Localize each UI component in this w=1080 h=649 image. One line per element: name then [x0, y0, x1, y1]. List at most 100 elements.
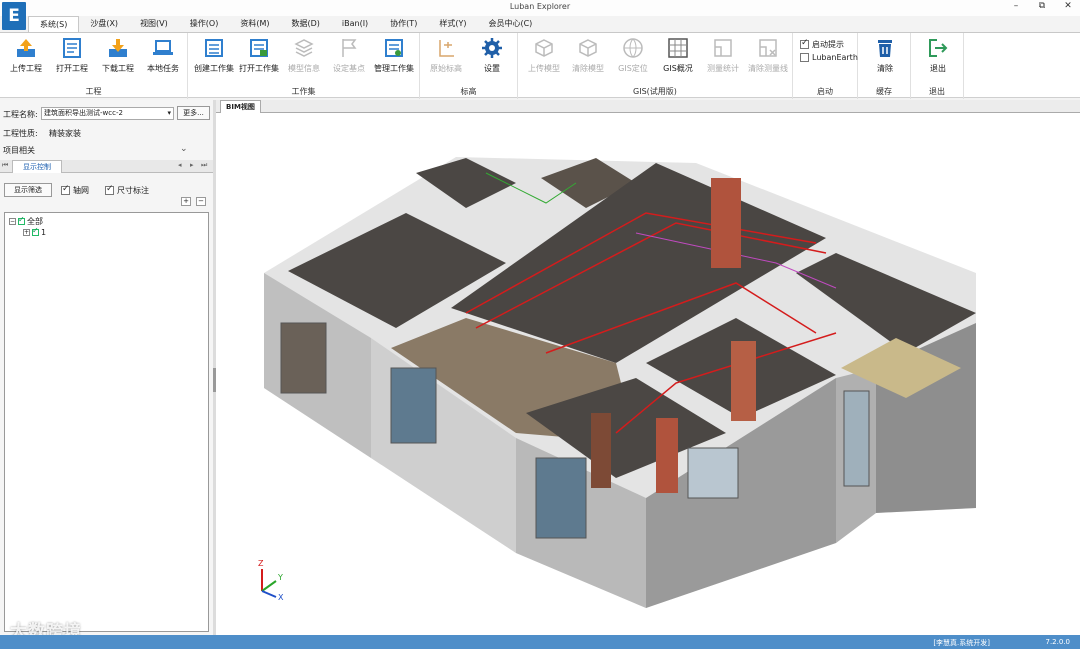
project-type-value: 精装家装 — [49, 129, 81, 138]
axis-x-label: X — [278, 593, 284, 602]
ribbon-group-mark: 原始标高 设置 标高 — [420, 33, 518, 99]
exit-button[interactable]: 退出 — [916, 37, 960, 77]
tree-node-child[interactable]: + 1 — [23, 226, 46, 237]
group-label-cache: 缓存 — [876, 87, 892, 96]
flag-icon — [342, 39, 357, 57]
viewport-tab-strip: BIM视图 — [216, 100, 1080, 113]
status-bar: [李慧真.系统开发] 7.2.0.0 — [0, 635, 1080, 649]
tree-checkbox-root[interactable] — [18, 215, 25, 225]
download-icon — [109, 39, 127, 57]
gis-locate-button[interactable]: GIS定位 — [611, 37, 655, 77]
open-workset-button[interactable]: 打开工作集 — [237, 37, 281, 77]
upload-model-button[interactable]: 上传模型 — [522, 37, 566, 77]
gis-overview-button[interactable]: GIS概况 — [656, 37, 700, 77]
project-related-label[interactable]: 项目相关 — [3, 145, 35, 156]
group-label-mark: 标高 — [460, 87, 477, 96]
next-tab-icon[interactable]: ▸ — [190, 161, 194, 169]
ribbon-group-project: 上传工程 打开工程 下载工程 本地任务 工程 — [0, 33, 188, 99]
measure-stats-button[interactable]: 测量统计 — [701, 37, 745, 77]
dimension-check — [105, 184, 114, 195]
chevron-down-icon[interactable]: ⌄ — [180, 144, 188, 154]
collapse-all-button[interactable]: − — [196, 197, 206, 206]
window-title: Luban Explorer — [509, 2, 571, 11]
manage-workset-icon — [385, 39, 403, 57]
trash-icon — [878, 40, 892, 57]
more-button[interactable]: 更多... — [177, 106, 210, 120]
left-panel: 工程名称: 建筑面积导出测试-wcc-2 更多... 工程性质: 精装家装 项目… — [0, 100, 213, 635]
menu-tab-iban[interactable]: iBan(I) — [331, 16, 379, 32]
gis-overview-icon — [668, 38, 688, 58]
menu-tab-member[interactable]: 会员中心(C) — [477, 16, 543, 32]
open-workset-icon — [250, 39, 268, 57]
measure-icon — [714, 39, 732, 57]
group-label-gis: GIS(试用版) — [633, 87, 677, 96]
layers-icon — [294, 39, 314, 57]
tab-display-control[interactable]: 显示控制 — [12, 160, 62, 173]
menu-tab-data[interactable]: 数据(D) — [280, 16, 330, 32]
bim-viewport[interactable]: Z Y X — [216, 113, 1080, 635]
project-name-select[interactable]: 建筑面积导出测试-wcc-2 — [41, 107, 174, 120]
ribbon-group-cache: 清除 缓存 — [858, 33, 911, 99]
menu-tab-view[interactable]: 视图(V) — [129, 16, 179, 32]
model-tree: − 全部 + 1 — [4, 212, 209, 632]
open-project-button[interactable]: 打开工程 — [50, 37, 94, 77]
project-name-label: 工程名称: — [3, 110, 38, 119]
gear-icon — [482, 38, 502, 58]
manage-workset-button[interactable]: 管理工作集 — [372, 37, 416, 77]
restore-button[interactable]: ⧉ — [1036, 1, 1048, 11]
expand-icon[interactable]: + — [23, 229, 30, 236]
menu-tab-system[interactable]: 系统(S) — [28, 16, 80, 32]
startup-tip-check — [800, 38, 809, 49]
menu-tab-material[interactable]: 资料(M) — [229, 16, 280, 32]
dimension-checkbox[interactable]: 尺寸标注 — [105, 184, 149, 196]
menu-bar: 系统(S) 沙盘(X) 视图(V) 操作(O) 资料(M) 数据(D) iBan… — [28, 16, 543, 32]
tab-bim-view[interactable]: BIM视图 — [220, 100, 261, 113]
collapse-icon[interactable]: − — [9, 218, 16, 225]
group-label-project: 工程 — [85, 87, 102, 96]
first-tab-icon[interactable]: ⏮ — [2, 161, 8, 170]
last-tab-icon[interactable]: ⏭ — [201, 161, 207, 170]
group-label-startup: 启动 — [817, 87, 833, 96]
download-project-button[interactable]: 下载工程 — [96, 37, 140, 77]
bim-3d-model[interactable] — [216, 113, 1080, 635]
app-window: Luban Explorer – ⧉ ✕ E 系统(S) 沙盘(X) 视图(V)… — [0, 0, 1080, 649]
clear-model-button[interactable]: 清除模型 — [566, 37, 610, 77]
axis-grid-checkbox[interactable]: 轴网 — [61, 184, 89, 196]
original-elevation-button[interactable]: 原始标高 — [424, 37, 468, 77]
group-label-exit: 退出 — [929, 87, 945, 96]
clear-measure-button[interactable]: 清除测量线 — [746, 37, 790, 77]
luban-earth-check — [800, 53, 809, 62]
display-filter-button[interactable]: 显示筛选 — [4, 183, 52, 197]
settings-button[interactable]: 设置 — [470, 37, 514, 77]
laptop-icon — [153, 40, 173, 55]
elevation-icon — [439, 40, 454, 57]
clear-cache-button[interactable]: 清除 — [863, 37, 907, 77]
app-logo-icon[interactable]: E — [2, 2, 26, 30]
ribbon: 上传工程 打开工程 下载工程 本地任务 工程 创建工作集 打开工作集 模型信息 … — [0, 32, 1080, 99]
tree-checkbox-child[interactable] — [32, 226, 39, 236]
project-type-label: 工程性质: — [3, 129, 38, 138]
model-info-button[interactable]: 模型信息 — [282, 37, 326, 77]
set-base-point-button[interactable]: 设定基点 — [327, 37, 371, 77]
startup-tip-checkbox[interactable]: 启动提示 — [800, 38, 844, 50]
minimize-button[interactable]: – — [1010, 1, 1022, 11]
group-label-workset: 工作集 — [291, 87, 316, 96]
globe-icon — [623, 38, 643, 58]
title-bar: Luban Explorer – ⧉ ✕ — [0, 0, 1080, 16]
axis-y-label: Y — [278, 573, 283, 582]
menu-tab-collab[interactable]: 协作(T) — [379, 16, 428, 32]
expand-all-button[interactable]: + — [181, 197, 191, 206]
prev-tab-icon[interactable]: ◂ — [178, 161, 182, 169]
ribbon-group-workset: 创建工作集 打开工作集 模型信息 设定基点 管理工作集 工作集 — [188, 33, 420, 99]
luban-earth-checkbox[interactable]: LubanEarth — [800, 53, 858, 62]
document-icon — [63, 38, 81, 58]
menu-tab-sandbox[interactable]: 沙盘(X) — [79, 16, 129, 32]
window-controls: – ⧉ ✕ — [1010, 1, 1074, 11]
close-button[interactable]: ✕ — [1062, 1, 1074, 11]
cube-upload-icon — [535, 39, 553, 57]
upload-project-button[interactable]: 上传工程 — [4, 37, 48, 77]
menu-tab-style[interactable]: 样式(Y) — [428, 16, 477, 32]
local-task-button[interactable]: 本地任务 — [141, 37, 185, 77]
create-workset-button[interactable]: 创建工作集 — [192, 37, 236, 77]
menu-tab-operation[interactable]: 操作(O) — [179, 16, 230, 32]
